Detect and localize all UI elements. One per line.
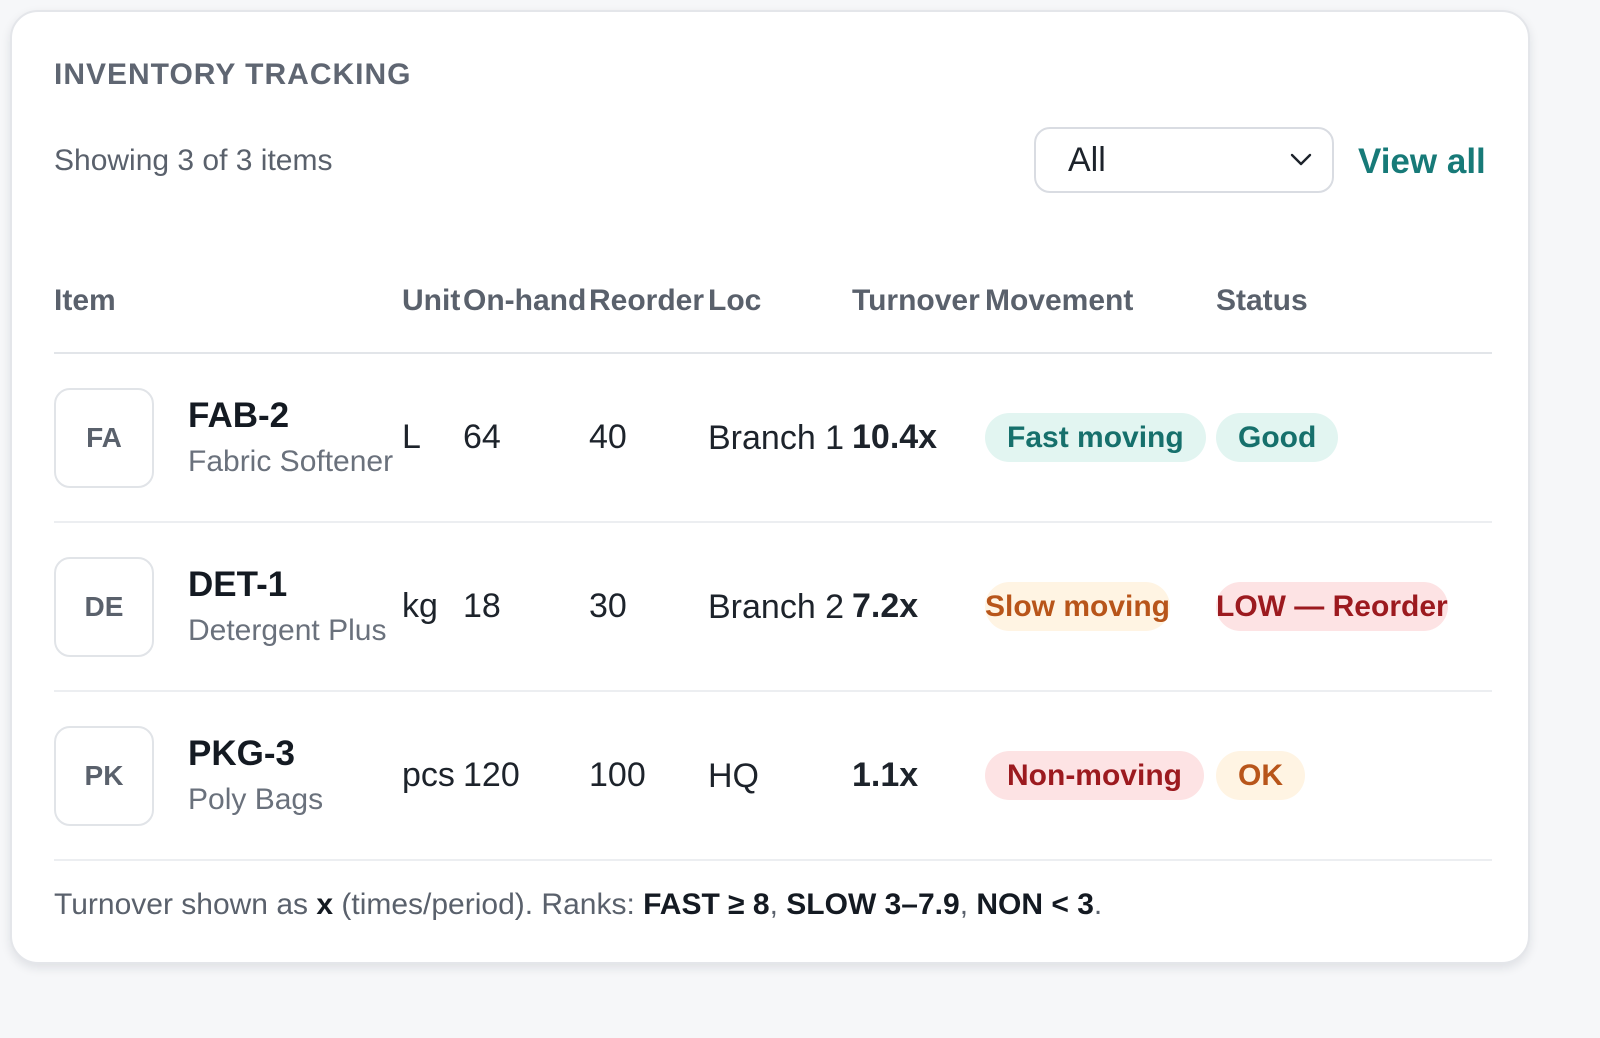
movement-badge: Slow moving [985,581,1171,631]
footnote-end: . [1093,888,1103,921]
status-badge: LOW — Reorder [1216,581,1448,631]
reorder-cell: 100 [589,691,708,861]
item-cell: FA FAB-2 Fabric Softener [54,387,402,488]
table-row[interactable]: FA FAB-2 Fabric Softener L 64 40 Branch … [54,353,1492,523]
footnote-sep: , [769,888,787,921]
col-header-reorder[interactable]: Reorder [589,248,708,354]
unit-cell: L [402,353,463,523]
item-avatar: FA [54,387,154,488]
turnover-cell: 10.4x [852,353,985,523]
footnote-sep: , [959,888,977,921]
turnover-footnote: Turnover shown as x (times/period). Rank… [54,888,1102,922]
table-header-row: Item Unit On-hand Reorder Loc Turnover M… [54,248,1492,354]
inventory-table: Item Unit On-hand Reorder Loc Turnover M… [54,248,1492,861]
location-cell: HQ [708,691,852,861]
table-row[interactable]: DE DET-1 Detergent Plus kg 18 30 Branch … [54,522,1492,692]
onhand-cell: 64 [463,353,589,523]
footnote-slow-rank: SLOW 3–7.9 [786,888,960,921]
item-name: Fabric Softener [188,444,394,478]
location-cell: Branch 2 [708,522,852,692]
item-avatar: DE [54,556,154,657]
col-header-item[interactable]: Item [54,248,402,354]
inventory-card: INVENTORY TRACKING Showing 3 of 3 items … [10,10,1530,964]
footnote-non-rank: NON < 3 [976,888,1094,921]
turnover-cell: 7.2x [852,522,985,692]
col-header-movement[interactable]: Movement [985,248,1216,354]
col-header-loc[interactable]: Loc [708,248,852,354]
items-count: Showing 3 of 3 items [54,144,333,177]
item-sku: FAB-2 [188,395,290,435]
col-header-turnover[interactable]: Turnover [852,248,985,354]
status-badge: Good [1216,412,1339,462]
onhand-cell: 120 [463,691,589,861]
col-header-onhand[interactable]: On-hand [463,248,589,354]
reorder-cell: 40 [589,353,708,523]
footnote-mid: (times/period). Ranks: [333,888,644,921]
status-badge: OK [1216,750,1305,800]
item-avatar: PK [54,725,154,826]
location-cell: Branch 1 [708,353,852,523]
card-title: INVENTORY TRACKING [54,58,412,91]
chevron-down-icon [1290,153,1312,166]
item-cell: DE DET-1 Detergent Plus [54,556,402,657]
footnote-x: x [316,888,334,921]
item-cell: PK PKG-3 Poly Bags [54,725,402,826]
movement-filter-select[interactable]: All [1034,127,1334,193]
table-row[interactable]: PK PKG-3 Poly Bags pcs 120 100 HQ 1.1x N… [54,691,1492,861]
item-sku: PKG-3 [188,733,295,773]
movement-badge: Non-moving [985,750,1204,800]
item-name: Poly Bags [188,782,324,816]
item-name: Detergent Plus [188,613,387,647]
col-header-status[interactable]: Status [1216,248,1492,354]
footnote-fast-rank: FAST ≥ 8 [643,888,770,921]
unit-cell: pcs [402,691,463,861]
unit-cell: kg [402,522,463,692]
filter-selected-value: All [1068,140,1106,179]
turnover-cell: 1.1x [852,691,985,861]
onhand-cell: 18 [463,522,589,692]
movement-badge: Fast moving [985,412,1206,462]
footnote-prefix: Turnover shown as [54,888,317,921]
reorder-cell: 30 [589,522,708,692]
col-header-unit[interactable]: Unit [402,248,463,354]
view-all-link[interactable]: View all [1358,142,1486,182]
item-sku: DET-1 [188,564,288,604]
